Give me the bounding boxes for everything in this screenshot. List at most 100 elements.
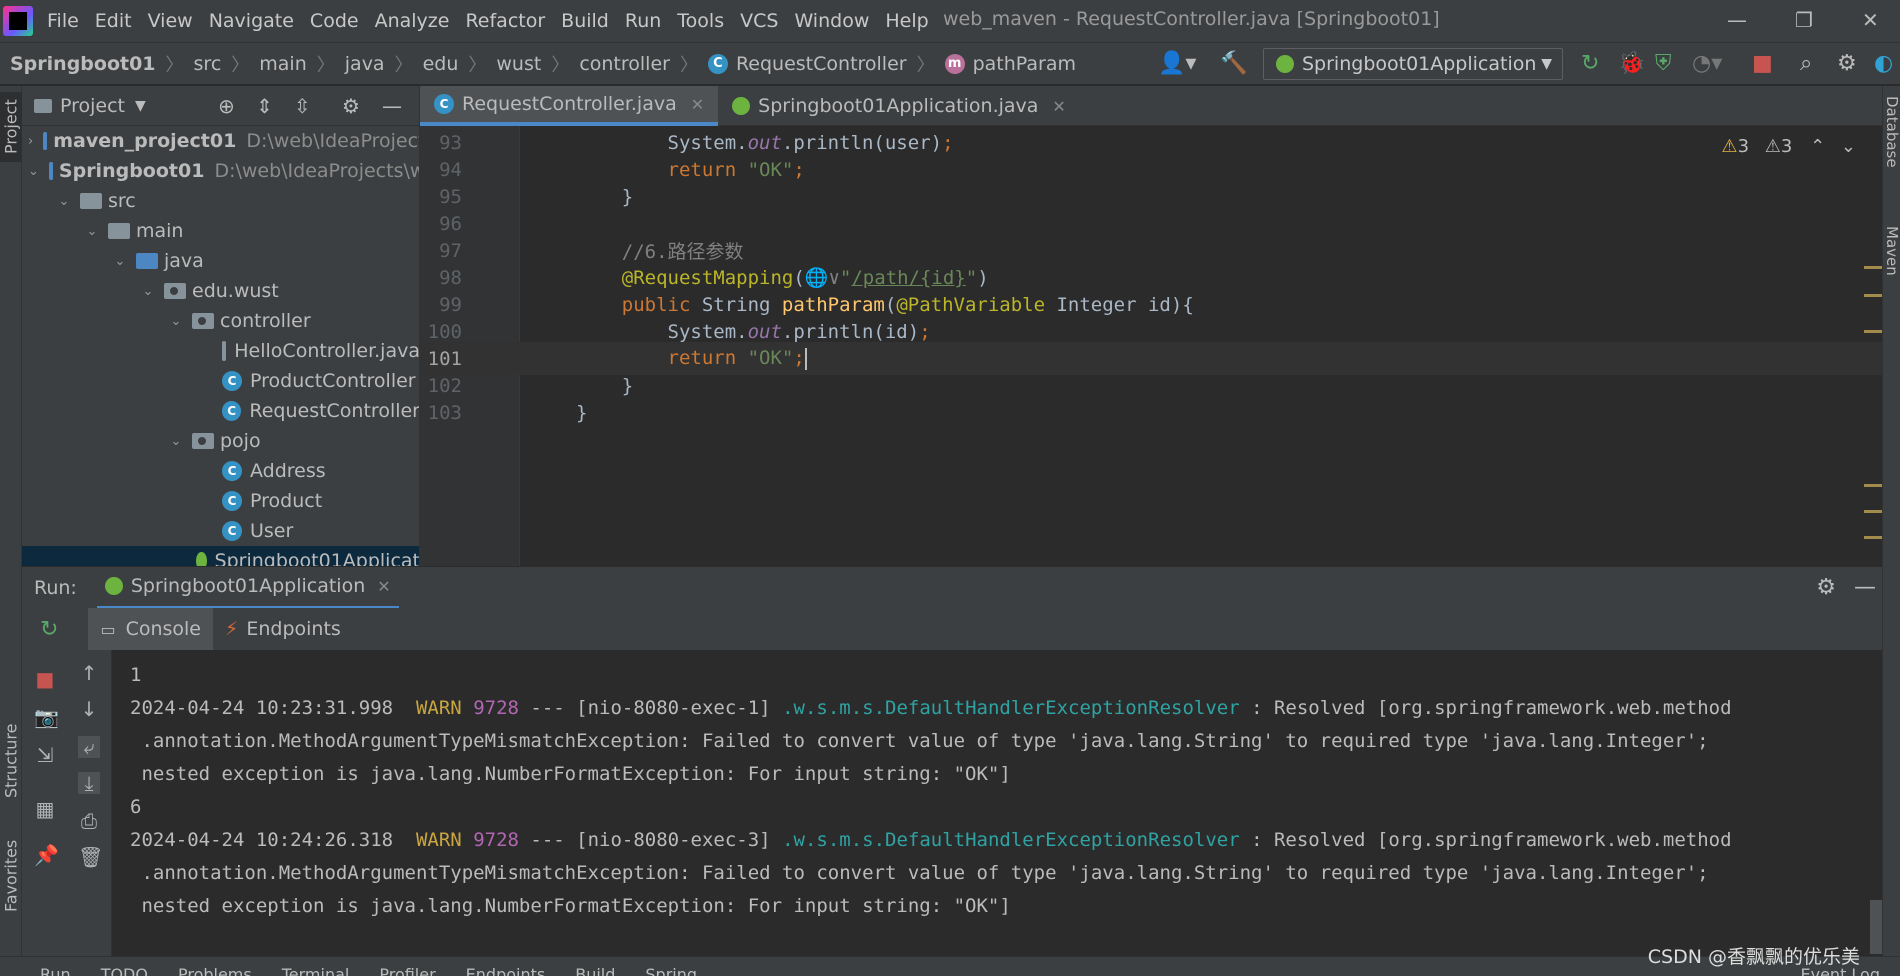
restore-layout-icon[interactable]: ⇲: [34, 744, 56, 766]
close-icon[interactable]: ✕: [1052, 97, 1065, 116]
console-scrollbar[interactable]: [1870, 900, 1882, 954]
tree-item-springboot-application[interactable]: Springboot01Applicat: [22, 546, 419, 566]
menu-window[interactable]: Window: [794, 10, 869, 32]
profile-icon[interactable]: ◔▾: [1692, 51, 1722, 76]
tree-item-maven-project[interactable]: › maven_project01 D:\web\IdeaProject: [22, 126, 419, 156]
warning-mark[interactable]: [1864, 294, 1882, 297]
warning-mark[interactable]: [1864, 536, 1882, 539]
chevron-down-icon[interactable]: ⌄: [168, 434, 184, 449]
minimize-icon[interactable]: —: [1727, 8, 1747, 32]
toolwindow-problems[interactable]: Problems: [178, 965, 252, 976]
toolwindow-profiler[interactable]: Profiler: [379, 965, 435, 976]
tree-item-src[interactable]: ⌄ src: [22, 186, 419, 216]
tree-item-user[interactable]: C User: [22, 516, 419, 546]
tree-item-springboot01[interactable]: ⌄ Springboot01 D:\web\IdeaProjects\w: [22, 156, 419, 186]
inspection-widget[interactable]: ⚠3 ⚠3 ⌃ ⌄: [1721, 136, 1856, 157]
breadcrumb-method[interactable]: m pathParam: [944, 53, 1076, 75]
collapse-all-icon[interactable]: ⇳: [294, 94, 311, 118]
toolwindow-todo[interactable]: TODO: [101, 965, 148, 976]
warning-mark[interactable]: [1864, 330, 1882, 333]
code-line[interactable]: 103}: [420, 396, 1882, 429]
tree-item-product[interactable]: C Product: [22, 486, 419, 516]
hide-icon[interactable]: —: [1854, 575, 1876, 600]
tab-maven[interactable]: Maven: [1883, 226, 1900, 276]
close-icon[interactable]: ✕: [377, 577, 390, 596]
locate-icon[interactable]: ⊕: [218, 94, 235, 118]
tab-request-controller[interactable]: C RequestController.java ✕: [420, 86, 719, 126]
tree-item-pojo[interactable]: ⌄ pojo: [22, 426, 419, 456]
chevron-down-icon[interactable]: ⌄: [168, 314, 184, 329]
toolwindow-run[interactable]: Run: [40, 965, 71, 976]
chevron-down-icon[interactable]: ⌄: [1841, 136, 1856, 157]
tree-item-main[interactable]: ⌄ main: [22, 216, 419, 246]
gear-icon[interactable]: ⚙: [1837, 51, 1857, 76]
chevron-down-icon[interactable]: ⌄: [28, 164, 39, 179]
menu-view[interactable]: View: [148, 10, 193, 32]
chevron-down-icon[interactable]: ▼: [135, 98, 146, 114]
stop-icon[interactable]: ■: [1752, 51, 1773, 76]
trash-icon[interactable]: 🗑: [78, 846, 103, 868]
tab-structure[interactable]: Structure: [0, 706, 22, 816]
tree-item-java[interactable]: ⌄ java: [22, 246, 419, 276]
toolwindow-terminal[interactable]: Terminal: [282, 965, 350, 976]
code-editor[interactable]: 93 System.out.println(user); 94 return "O…: [420, 126, 1882, 566]
tab-endpoints[interactable]: ⚡ Endpoints: [225, 618, 341, 640]
tab-springboot-application[interactable]: Springboot01Application.java ✕: [718, 86, 1080, 126]
run-configuration-select[interactable]: Springboot01Application ▼: [1263, 48, 1563, 80]
chevron-right-icon[interactable]: ›: [28, 134, 33, 149]
coverage-icon[interactable]: ⛨: [1655, 51, 1672, 76]
chevron-down-icon[interactable]: ⌄: [84, 224, 100, 239]
breadcrumb-edu[interactable]: edu: [423, 53, 459, 75]
close-icon[interactable]: ✕: [691, 95, 704, 114]
expand-all-icon[interactable]: ⇕: [256, 94, 273, 118]
breadcrumb-java[interactable]: java: [345, 53, 385, 75]
menu-code[interactable]: Code: [310, 10, 359, 32]
pin-icon[interactable]: 📌: [34, 844, 59, 866]
soft-wrap-icon[interactable]: ⤶: [78, 736, 100, 758]
arrow-down-icon[interactable]: ↓: [78, 698, 100, 720]
tab-favorites[interactable]: Favorites: [0, 826, 22, 926]
menu-refactor[interactable]: Refactor: [465, 10, 545, 32]
warning-mark[interactable]: [1864, 484, 1882, 487]
stop-icon[interactable]: ■: [34, 668, 56, 690]
debug-icon[interactable]: 🐞: [1618, 51, 1645, 76]
breadcrumb-class[interactable]: C RequestController: [707, 53, 907, 75]
chevron-down-icon[interactable]: ⌄: [56, 194, 72, 209]
user-icon[interactable]: 👤▾: [1158, 51, 1196, 76]
menu-analyze[interactable]: Analyze: [375, 10, 450, 32]
tree-item-address[interactable]: C Address: [22, 456, 419, 486]
close-icon[interactable]: ✕: [1862, 8, 1879, 32]
menu-help[interactable]: Help: [885, 10, 928, 32]
tree-item-edu-wust[interactable]: ⌄ edu.wust: [22, 276, 419, 306]
rerun-icon[interactable]: ↻: [1581, 51, 1599, 76]
chevron-down-icon[interactable]: ⌄: [112, 254, 128, 269]
print-icon[interactable]: ⎙: [78, 810, 100, 832]
menu-navigate[interactable]: Navigate: [209, 10, 294, 32]
tree-item-request-controller[interactable]: C RequestController: [22, 396, 419, 426]
tab-database[interactable]: Database: [1883, 96, 1900, 168]
restore-icon[interactable]: ❐: [1795, 8, 1813, 32]
tree-item-hello-controller[interactable]: HelloController.java: [22, 336, 419, 366]
plugin-icon[interactable]: ◐: [1874, 51, 1893, 76]
layout-icon[interactable]: ▦: [34, 798, 56, 820]
warning-mark[interactable]: [1864, 510, 1882, 513]
tab-project[interactable]: Project: [0, 92, 22, 162]
menu-tools[interactable]: Tools: [677, 10, 724, 32]
tree-item-product-controller[interactable]: C ProductController: [22, 366, 419, 396]
arrow-up-icon[interactable]: ↑: [78, 662, 100, 684]
camera-icon[interactable]: 📷: [34, 706, 59, 728]
console-output[interactable]: 1 2024-04-24 10:23:31.998 WARN 9728 --- […: [112, 650, 1882, 956]
menu-file[interactable]: File: [47, 10, 79, 32]
menu-build[interactable]: Build: [561, 10, 609, 32]
build-hammer-icon[interactable]: 🔨: [1220, 51, 1247, 76]
chevron-up-icon[interactable]: ⌃: [1810, 136, 1825, 157]
project-title[interactable]: Project: [60, 95, 125, 117]
menu-edit[interactable]: Edit: [95, 10, 132, 32]
error-stripe[interactable]: [1864, 126, 1882, 566]
search-icon[interactable]: ⌕: [1800, 51, 1812, 76]
tree-item-controller[interactable]: ⌄ controller: [22, 306, 419, 336]
hide-icon[interactable]: —: [382, 94, 402, 118]
breadcrumb-main[interactable]: main: [259, 53, 306, 75]
breadcrumb-project[interactable]: Springboot01: [10, 53, 156, 75]
menu-vcs[interactable]: VCS: [740, 10, 778, 32]
